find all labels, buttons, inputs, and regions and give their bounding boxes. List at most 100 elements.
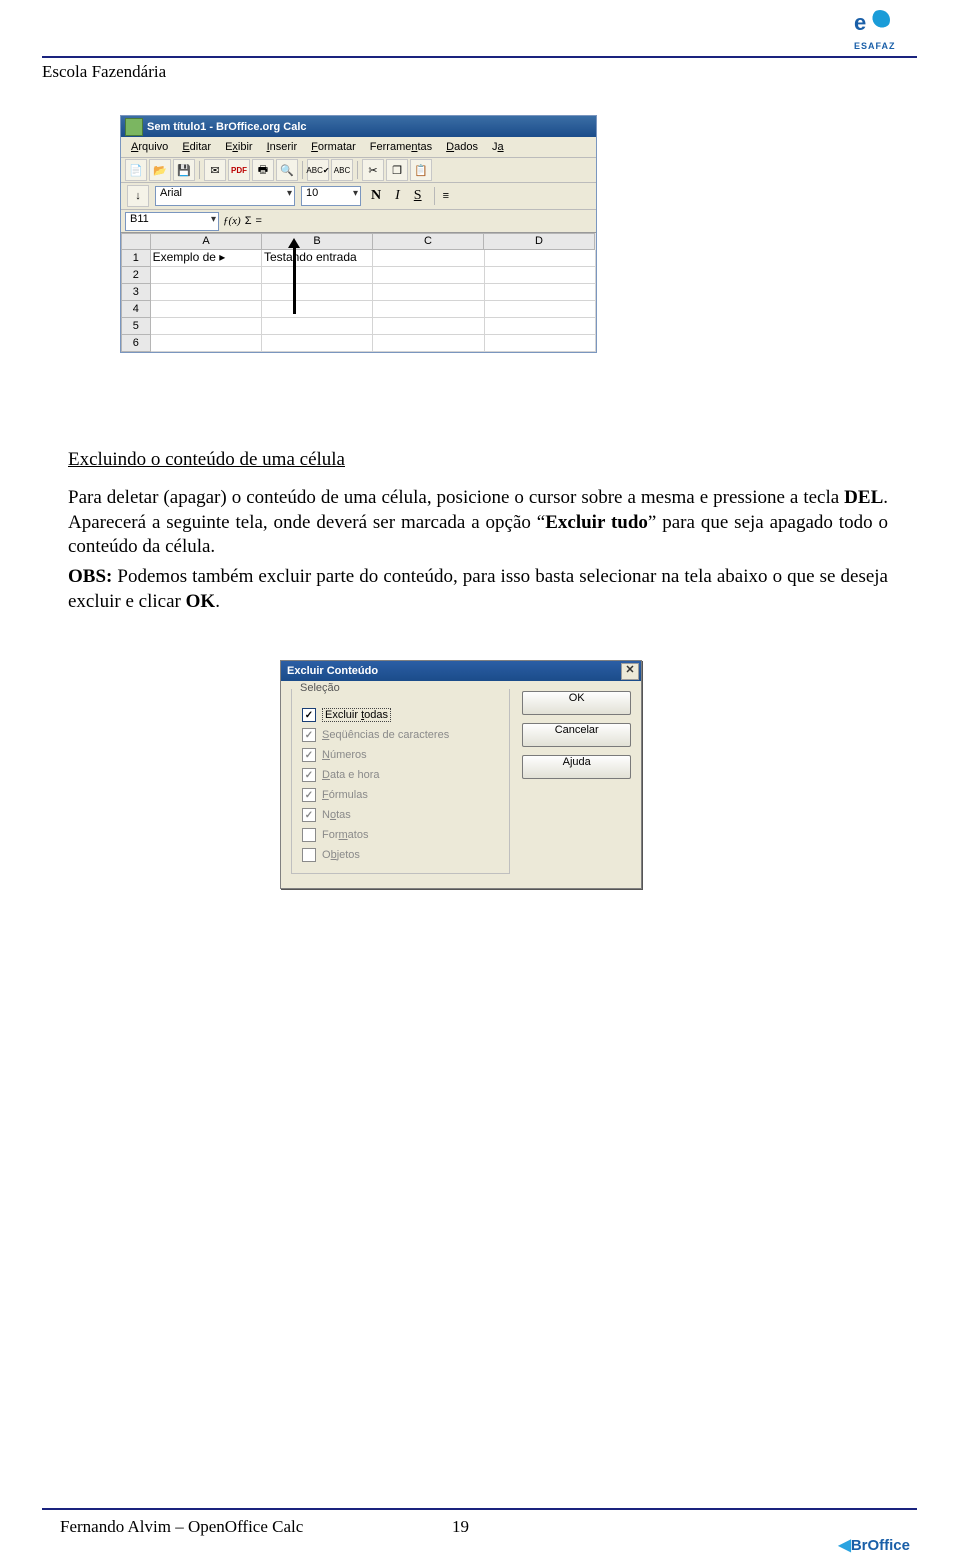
cell-A1[interactable]: Exemplo de ▸ [151,250,262,267]
col-A[interactable]: A [151,233,262,250]
checkbox-4: ✓ Fórmulas [302,785,499,805]
menu-inserir[interactable]: Inserir [261,139,304,155]
italic-button[interactable]: I [391,188,404,204]
cell-A4[interactable] [151,301,262,318]
cell-C5[interactable] [373,318,484,335]
row-1[interactable]: 1 [121,250,151,267]
checkbox-box: ✓ [302,748,316,762]
styles-icon[interactable]: ↓ [127,185,149,207]
mail-icon[interactable]: ✉ [204,159,226,181]
cell-A2[interactable] [151,267,262,284]
wing-icon: ◀ [839,1537,851,1554]
menu-dados[interactable]: Dados [440,139,484,155]
paste-icon[interactable]: 📋 [410,159,432,181]
fx-icon[interactable]: ƒ(x) [223,215,241,227]
open-icon[interactable]: 📂 [149,159,171,181]
row-6[interactable]: 6 [121,335,151,352]
cell-C6[interactable] [373,335,484,352]
cell-D3[interactable] [485,284,596,301]
size-combo[interactable]: 10 [301,186,361,206]
cell-D2[interactable] [485,267,596,284]
col-B[interactable]: B [262,233,373,250]
header-rule [42,56,917,58]
menu-arquivo[interactable]: Arquivo [125,139,174,155]
underline-button[interactable]: S [410,188,426,204]
name-box[interactable]: B11 [125,212,219,231]
document-body: Excluindo o conteúdo de uma célula Para … [68,430,888,620]
sum-icon[interactable]: Σ [245,215,252,227]
checkbox-label: Fórmulas [322,789,368,801]
section-heading: Excluindo o conteúdo de uma célula [68,448,888,472]
menu-janela[interactable]: Ja [486,139,510,155]
cell-A5[interactable] [151,318,262,335]
help-button[interactable]: Ajuda [522,755,631,779]
checkbox-box: ✓ [302,788,316,802]
checkbox-5: ✓Notas [302,805,499,825]
align-left-icon[interactable]: ≡ [443,190,449,202]
cell-A6[interactable] [151,335,262,352]
cell-C4[interactable] [373,301,484,318]
cell-B6[interactable] [262,335,373,352]
equals-icon[interactable]: = [256,215,262,227]
row-3[interactable]: 3 [121,284,151,301]
row-4[interactable]: 4 [121,301,151,318]
menu-formatar[interactable]: Formatar [305,139,362,155]
school-name: Escola Fazendária [42,62,166,82]
spreadsheet-grid[interactable]: A B C D 1 Exemplo de ▸ Testando entrada … [121,233,596,352]
menu-editar[interactable]: Editar [176,139,217,155]
cell-D6[interactable] [485,335,596,352]
pdf-icon[interactable]: PDF [228,159,250,181]
menu-exibir[interactable]: Exibir [219,139,259,155]
checkbox-0[interactable]: ✓Excluir todas [302,705,499,725]
cell-C2[interactable] [373,267,484,284]
cell-D5[interactable] [485,318,596,335]
col-D[interactable]: D [484,233,595,250]
autospell-icon[interactable]: ABC [331,159,353,181]
font-combo[interactable]: Arial [155,186,295,206]
separator [357,161,358,179]
cell-B3[interactable] [262,284,373,301]
cell-D4[interactable] [485,301,596,318]
checkbox-label: Seqüências de caracteres [322,729,449,741]
copy-icon[interactable]: ❐ [386,159,408,181]
cell-B4[interactable] [262,301,373,318]
dialog-buttons: OK Cancelar Ajuda [522,689,631,874]
ok-button[interactable]: OK [522,691,631,715]
checkbox-1: ✓Seqüências de caracteres [302,725,499,745]
logo-text: ESAFAZ [854,41,896,51]
col-headers: A B C D [121,233,596,250]
cut-icon[interactable]: ✂ [362,159,384,181]
window-titlebar: Sem título1 - BrOffice.org Calc [121,116,596,137]
menu-ferramentas[interactable]: Ferramentas [364,139,438,155]
spellcheck-icon[interactable]: ABC✔ [307,159,329,181]
paragraph-2: OBS: Podemos também excluir parte do con… [68,565,888,614]
row-2[interactable]: 2 [121,267,151,284]
checkbox-box: ✓ [302,768,316,782]
globe-icon [870,10,890,30]
cell-B2[interactable] [262,267,373,284]
col-C[interactable]: C [373,233,484,250]
cell-D1[interactable] [485,250,596,267]
new-icon[interactable]: 📄 [125,159,147,181]
close-icon[interactable]: ✕ [621,663,639,680]
bold-button[interactable]: N [367,188,385,204]
row-5[interactable]: 5 [121,318,151,335]
cell-B1[interactable]: Testando entrada [262,250,373,267]
checkbox-label: Números [322,749,367,761]
cell-B5[interactable] [262,318,373,335]
menu-bar[interactable]: Arquivo Editar Exibir Inserir Formatar F… [121,137,596,158]
save-icon[interactable]: 💾 [173,159,195,181]
preview-icon[interactable]: 🔍 [276,159,298,181]
cell-C3[interactable] [373,284,484,301]
select-all-corner[interactable] [121,233,151,250]
checkbox-box [302,848,316,862]
checkbox-6: Formatos [302,825,499,845]
checkbox-7: Objetos [302,845,499,865]
cell-C1[interactable] [373,250,484,267]
delete-content-dialog: Excluir Conteúdo ✕ Seleção ✓Excluir toda… [280,660,642,889]
print-icon[interactable]: 🖶 [252,159,274,181]
cell-A3[interactable] [151,284,262,301]
cancel-button[interactable]: Cancelar [522,723,631,747]
format-toolbar: ↓ Arial 10 N I S ≡ [121,183,596,210]
checkbox-label: Data e hora [322,769,380,781]
